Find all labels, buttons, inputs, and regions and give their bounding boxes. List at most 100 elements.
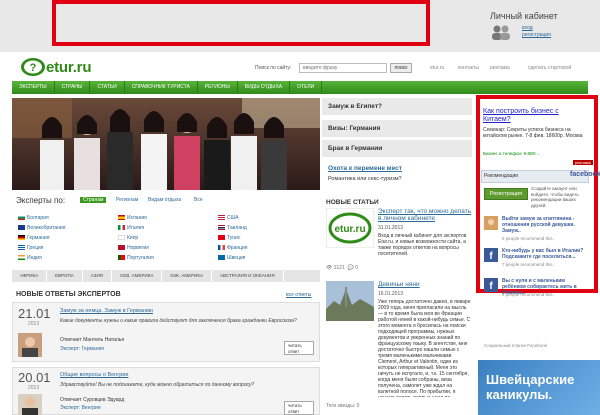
highlighted-empty-banner <box>52 0 430 46</box>
fb-recommendation[interactable]: f Кто-нибудь у вас был в Италии? Подскаж… <box>484 248 589 276</box>
nav-extension <box>476 81 588 94</box>
answer-expert-country[interactable]: Эксперт: Германия <box>60 346 104 352</box>
search-button[interactable]: поиск <box>390 63 412 73</box>
news-image-logo[interactable]: etur.ru <box>326 208 374 248</box>
flag-icon <box>118 255 125 261</box>
login-link[interactable]: вход <box>522 25 551 32</box>
country-sweden[interactable]: Швеция <box>218 255 245 261</box>
ad-badge: реклама <box>573 160 593 165</box>
answer-subtext: Какие документы нужны и какие правила де… <box>60 318 297 324</box>
users-icon <box>492 25 510 40</box>
expert-avatar[interactable] <box>18 333 42 357</box>
toplink-startpage[interactable]: сделать стартовой <box>528 65 571 71</box>
fb-recommendation[interactable]: Выйти замуж за египтянина - отношения ру… <box>484 216 589 244</box>
answer-question[interactable]: Общие вопросы о Венгрии <box>60 372 128 378</box>
country-india[interactable]: Индия <box>18 255 42 261</box>
news-heading[interactable]: Эксперт так, что можно делать в личном к… <box>378 208 472 222</box>
logo-icon[interactable]: ? <box>20 57 46 77</box>
fb-recommendation[interactable]: f Вы с нуля и с маленьким ребёнком собир… <box>484 278 589 306</box>
flag-icon <box>118 245 125 251</box>
topic-hunt-link[interactable]: Охота к перемене мест <box>328 165 402 172</box>
facebook-recommendations-label: Рекомендации <box>484 173 519 179</box>
answered-by[interactable]: Отвечает Суровцев Эдуард <box>60 397 124 403</box>
region-europe[interactable]: ЕВРОПА <box>47 270 83 282</box>
hero-photo[interactable] <box>12 98 320 190</box>
region-north-america[interactable]: СЕВ. АМЕРИКА <box>112 270 163 282</box>
logo-text[interactable]: etur.ru <box>46 59 91 76</box>
tab-regions[interactable]: Регионам <box>116 197 138 203</box>
all-answers-link[interactable]: все ответы <box>286 292 311 298</box>
flag-icon <box>218 225 225 231</box>
country-usa[interactable]: США <box>218 215 239 221</box>
region-asia[interactable]: АЗИЯ <box>83 270 112 282</box>
ad-link[interactable]: Бизнес и телефон: 8-800-... <box>483 151 540 156</box>
country-tunisia[interactable]: Тунис <box>218 235 240 241</box>
tab-countries[interactable]: Странам <box>80 197 107 203</box>
answer-expert-country[interactable]: Эксперт: Венгрия <box>60 405 101 411</box>
search-label: Поиск по сайту: <box>255 65 292 71</box>
nav-hotels[interactable]: ОТЕЛИ <box>290 81 323 94</box>
nav-guide[interactable]: СПРАВОЧНИК ТУРИСТА <box>125 81 198 94</box>
tab-vacation-types[interactable]: Видам отдыха <box>148 197 181 203</box>
toplink-contacts[interactable]: контакты <box>458 65 479 71</box>
search-input[interactable] <box>299 63 387 73</box>
views-icon: 👁 <box>326 265 334 271</box>
nav-regions[interactable]: РЕГИОНЫ <box>198 81 238 94</box>
country-cyprus[interactable]: Кипр <box>118 235 138 241</box>
answer-year: 2013 <box>28 385 40 391</box>
answer-card <box>12 367 320 415</box>
topic-marriage[interactable]: Брак в Германии <box>322 140 472 158</box>
read-answer-button[interactable]: читать ответ <box>284 401 314 415</box>
banner-text: Швейцарские каникулы. <box>486 372 575 402</box>
region-australia[interactable]: АВСТРАЛИЯ И ОКЕАНИЯ <box>212 270 284 282</box>
ad-title[interactable]: Как построить бизнес с Китаем? <box>483 108 583 124</box>
cabinet-links: вход регистрация <box>522 25 551 39</box>
news-image-city[interactable] <box>326 281 374 321</box>
news-heading[interactable]: Девичьи няни <box>378 281 420 288</box>
register-link[interactable]: регистрация <box>522 32 551 39</box>
region-africa[interactable]: АФРИКА <box>12 270 48 282</box>
answered-by[interactable]: Отвечает Мантель Наталья <box>60 337 124 343</box>
main-nav: ЭКСПЕРТЫ СТРАНЫ СТАТЬИ СПРАВОЧНИК ТУРИСТ… <box>12 81 476 94</box>
country-germany[interactable]: Германия <box>18 235 49 241</box>
flag-icon <box>218 215 225 221</box>
country-spain[interactable]: Испания <box>118 215 147 221</box>
nav-experts[interactable]: ЭКСПЕРТЫ <box>12 81 55 94</box>
facebook-logo[interactable]: facebook <box>570 171 600 178</box>
country-portugal[interactable]: Португалия <box>118 255 154 261</box>
answer-question[interactable]: Замуж за немца. Замуж в Германию <box>60 308 153 314</box>
facebook-register-button[interactable]: Регистрация <box>484 188 528 200</box>
country-greece[interactable]: Греция <box>18 245 43 251</box>
flag-icon <box>218 255 225 261</box>
experts-title: Эксперты по: <box>16 196 66 205</box>
country-italy[interactable]: Италия <box>118 225 144 231</box>
flag-icon <box>18 235 25 241</box>
flag-icon <box>118 235 125 241</box>
read-answer-button[interactable]: читать ответ <box>284 341 314 355</box>
facebook-plugin-label: Социальный плагин Facebook <box>484 343 548 348</box>
country-uk[interactable]: Великобритания <box>18 225 65 231</box>
country-france[interactable]: Франция <box>218 245 248 251</box>
news-text: Вход в личный кабинет для экспертов Etur… <box>378 233 467 257</box>
country-norway[interactable]: Норвегия <box>118 245 149 251</box>
news-meta: 👁 3121 💬 0 <box>326 265 359 271</box>
answer-subtext: Здравствуйте! Вы не подскажете, куда мож… <box>60 382 255 388</box>
flag-icon <box>18 215 25 221</box>
expert-avatar[interactable] <box>18 394 42 415</box>
topic-romance[interactable]: Романтика или секс-туризм? <box>328 176 402 182</box>
answer-day: 20.01 <box>18 370 51 385</box>
toplink-home[interactable]: etur.ru <box>430 65 444 71</box>
news-text-left <box>326 323 376 383</box>
region-south-america[interactable]: ЮЖ. АМЕРИКА <box>162 270 213 282</box>
answers-title: НОВЫЕ ОТВЕТЫ ЭКСПЕРТОВ <box>16 291 121 298</box>
topic-visas[interactable]: Визы: Германия <box>322 120 472 138</box>
nav-articles[interactable]: СТАТЬИ <box>90 81 125 94</box>
nav-vacation-types[interactable]: ВИДЫ ОТДЫХА <box>238 81 291 94</box>
nav-countries[interactable]: СТРАНЫ <box>55 81 91 94</box>
toplink-ads[interactable]: реклама <box>490 65 510 71</box>
country-thailand[interactable]: Таиланд <box>218 225 247 231</box>
tab-all[interactable]: Все <box>194 197 203 203</box>
topic-egypt[interactable]: Замуж в Египет? <box>322 98 472 116</box>
flag-icon <box>218 235 225 241</box>
country-bulgaria[interactable]: Болгария <box>18 215 49 221</box>
